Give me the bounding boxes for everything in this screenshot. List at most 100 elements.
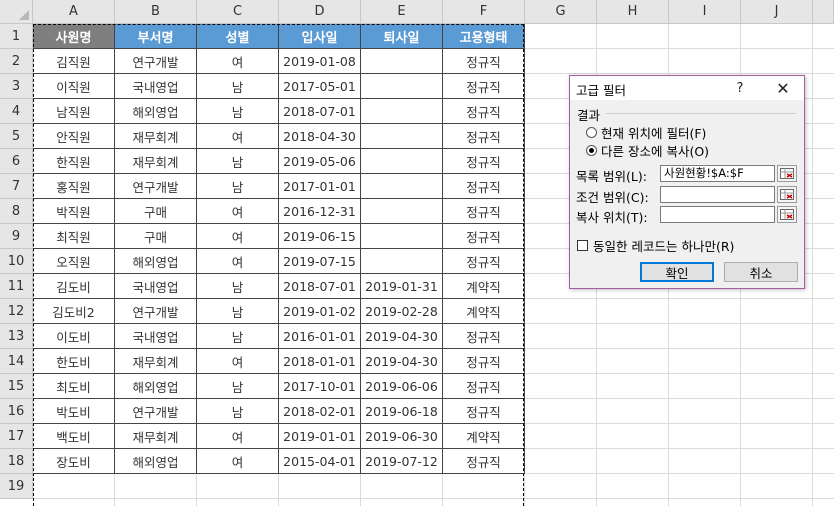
row-header[interactable]: 4: [0, 99, 33, 124]
table-cell[interactable]: [361, 124, 443, 149]
table-cell[interactable]: 장도비: [33, 449, 115, 474]
table-cell[interactable]: 김도비2: [33, 299, 115, 324]
table-cell[interactable]: 한직원: [33, 149, 115, 174]
table-cell[interactable]: 남: [197, 149, 279, 174]
row-header[interactable]: 2: [0, 49, 33, 74]
table-cell[interactable]: 2017-10-01: [279, 374, 361, 399]
table-cell[interactable]: 정규직: [443, 174, 525, 199]
table-cell[interactable]: 국내영업: [115, 74, 197, 99]
table-cell[interactable]: 재무회계: [115, 149, 197, 174]
table-cell[interactable]: 2019-01-02: [279, 299, 361, 324]
table-cell[interactable]: 계약직: [443, 274, 525, 299]
table-cell[interactable]: 2017-05-01: [279, 74, 361, 99]
help-button[interactable]: ?: [730, 78, 750, 98]
column-header[interactable]: I: [669, 0, 741, 24]
table-cell[interactable]: 박직원: [33, 199, 115, 224]
table-cell[interactable]: 이직원: [33, 74, 115, 99]
table-cell[interactable]: 2019-07-15: [279, 249, 361, 274]
table-cell[interactable]: 안직원: [33, 124, 115, 149]
column-header[interactable]: J: [741, 0, 813, 24]
table-cell[interactable]: 2018-02-01: [279, 399, 361, 424]
table-cell[interactable]: 2019-06-06: [361, 374, 443, 399]
row-header[interactable]: 10: [0, 249, 33, 274]
table-cell[interactable]: 2019-06-30: [361, 424, 443, 449]
table-cell[interactable]: 연구개발: [115, 399, 197, 424]
table-cell[interactable]: 구매: [115, 199, 197, 224]
table-cell[interactable]: 정규직: [443, 449, 525, 474]
table-cell[interactable]: 해외영업: [115, 374, 197, 399]
row-header[interactable]: 12: [0, 299, 33, 324]
table-header-cell[interactable]: 성별: [197, 24, 279, 49]
table-cell[interactable]: 여: [197, 224, 279, 249]
table-cell[interactable]: 재무회계: [115, 124, 197, 149]
table-cell[interactable]: 해외영업: [115, 99, 197, 124]
table-cell[interactable]: 정규직: [443, 49, 525, 74]
table-header-cell[interactable]: 사원명: [33, 24, 115, 49]
table-cell[interactable]: 남: [197, 274, 279, 299]
table-cell[interactable]: 2018-07-01: [279, 99, 361, 124]
table-cell[interactable]: 최도비: [33, 374, 115, 399]
table-cell[interactable]: 오직원: [33, 249, 115, 274]
column-header-partial[interactable]: [813, 0, 834, 24]
select-all-corner[interactable]: [0, 0, 33, 24]
copy-to-input[interactable]: [660, 206, 775, 223]
table-cell[interactable]: 정규직: [443, 349, 525, 374]
table-cell[interactable]: [361, 249, 443, 274]
unique-records-checkbox[interactable]: [577, 240, 588, 251]
row-header[interactable]: 19: [0, 474, 33, 499]
row-header[interactable]: 18: [0, 449, 33, 474]
table-cell[interactable]: 여: [197, 199, 279, 224]
table-cell[interactable]: 구매: [115, 224, 197, 249]
table-cell[interactable]: 정규직: [443, 374, 525, 399]
table-cell[interactable]: [361, 199, 443, 224]
row-header[interactable]: 8: [0, 199, 33, 224]
table-header-cell[interactable]: 입사일: [279, 24, 361, 49]
column-header[interactable]: A: [33, 0, 115, 24]
table-cell[interactable]: 정규직: [443, 74, 525, 99]
table-cell[interactable]: 2019-07-12: [361, 449, 443, 474]
row-header[interactable]: 7: [0, 174, 33, 199]
table-cell[interactable]: 남: [197, 299, 279, 324]
table-cell[interactable]: 여: [197, 449, 279, 474]
table-cell[interactable]: 여: [197, 49, 279, 74]
table-cell[interactable]: 2019-04-30: [361, 349, 443, 374]
table-cell[interactable]: 홍직원: [33, 174, 115, 199]
table-cell[interactable]: 재무회계: [115, 349, 197, 374]
table-cell[interactable]: [361, 224, 443, 249]
table-cell[interactable]: 연구개발: [115, 49, 197, 74]
row-header[interactable]: 11: [0, 274, 33, 299]
table-cell[interactable]: 연구개발: [115, 174, 197, 199]
table-header-cell[interactable]: 고용형태: [443, 24, 525, 49]
table-cell[interactable]: 2019-01-08: [279, 49, 361, 74]
table-cell[interactable]: [361, 174, 443, 199]
table-cell[interactable]: 정규직: [443, 99, 525, 124]
table-cell[interactable]: 계약직: [443, 299, 525, 324]
list-range-input[interactable]: 사원현황!$A:$F: [660, 165, 775, 182]
table-cell[interactable]: 여: [197, 124, 279, 149]
table-cell[interactable]: 2019-01-01: [279, 424, 361, 449]
table-cell[interactable]: 백도비: [33, 424, 115, 449]
table-cell[interactable]: 정규직: [443, 399, 525, 424]
table-cell[interactable]: 재무회계: [115, 424, 197, 449]
table-cell[interactable]: 2019-05-06: [279, 149, 361, 174]
table-cell[interactable]: 2018-04-30: [279, 124, 361, 149]
column-header[interactable]: D: [279, 0, 361, 24]
table-header-cell[interactable]: 퇴사일: [361, 24, 443, 49]
close-button[interactable]: ✕: [773, 78, 793, 98]
table-cell[interactable]: 2019-06-18: [361, 399, 443, 424]
row-header[interactable]: 13: [0, 324, 33, 349]
table-cell[interactable]: 해외영업: [115, 249, 197, 274]
radio-in-place-circle[interactable]: [586, 127, 597, 138]
table-cell[interactable]: 해외영업: [115, 449, 197, 474]
radio-filter-in-place[interactable]: 현재 위치에 필터(F): [586, 123, 706, 142]
column-header[interactable]: C: [197, 0, 279, 24]
table-cell[interactable]: 여: [197, 349, 279, 374]
row-header[interactable]: 6: [0, 149, 33, 174]
table-cell[interactable]: 계약직: [443, 424, 525, 449]
table-cell[interactable]: 여: [197, 424, 279, 449]
table-cell[interactable]: [361, 74, 443, 99]
table-cell[interactable]: 여: [197, 249, 279, 274]
table-cell[interactable]: [361, 49, 443, 74]
column-header[interactable]: B: [115, 0, 197, 24]
column-header[interactable]: F: [443, 0, 525, 24]
